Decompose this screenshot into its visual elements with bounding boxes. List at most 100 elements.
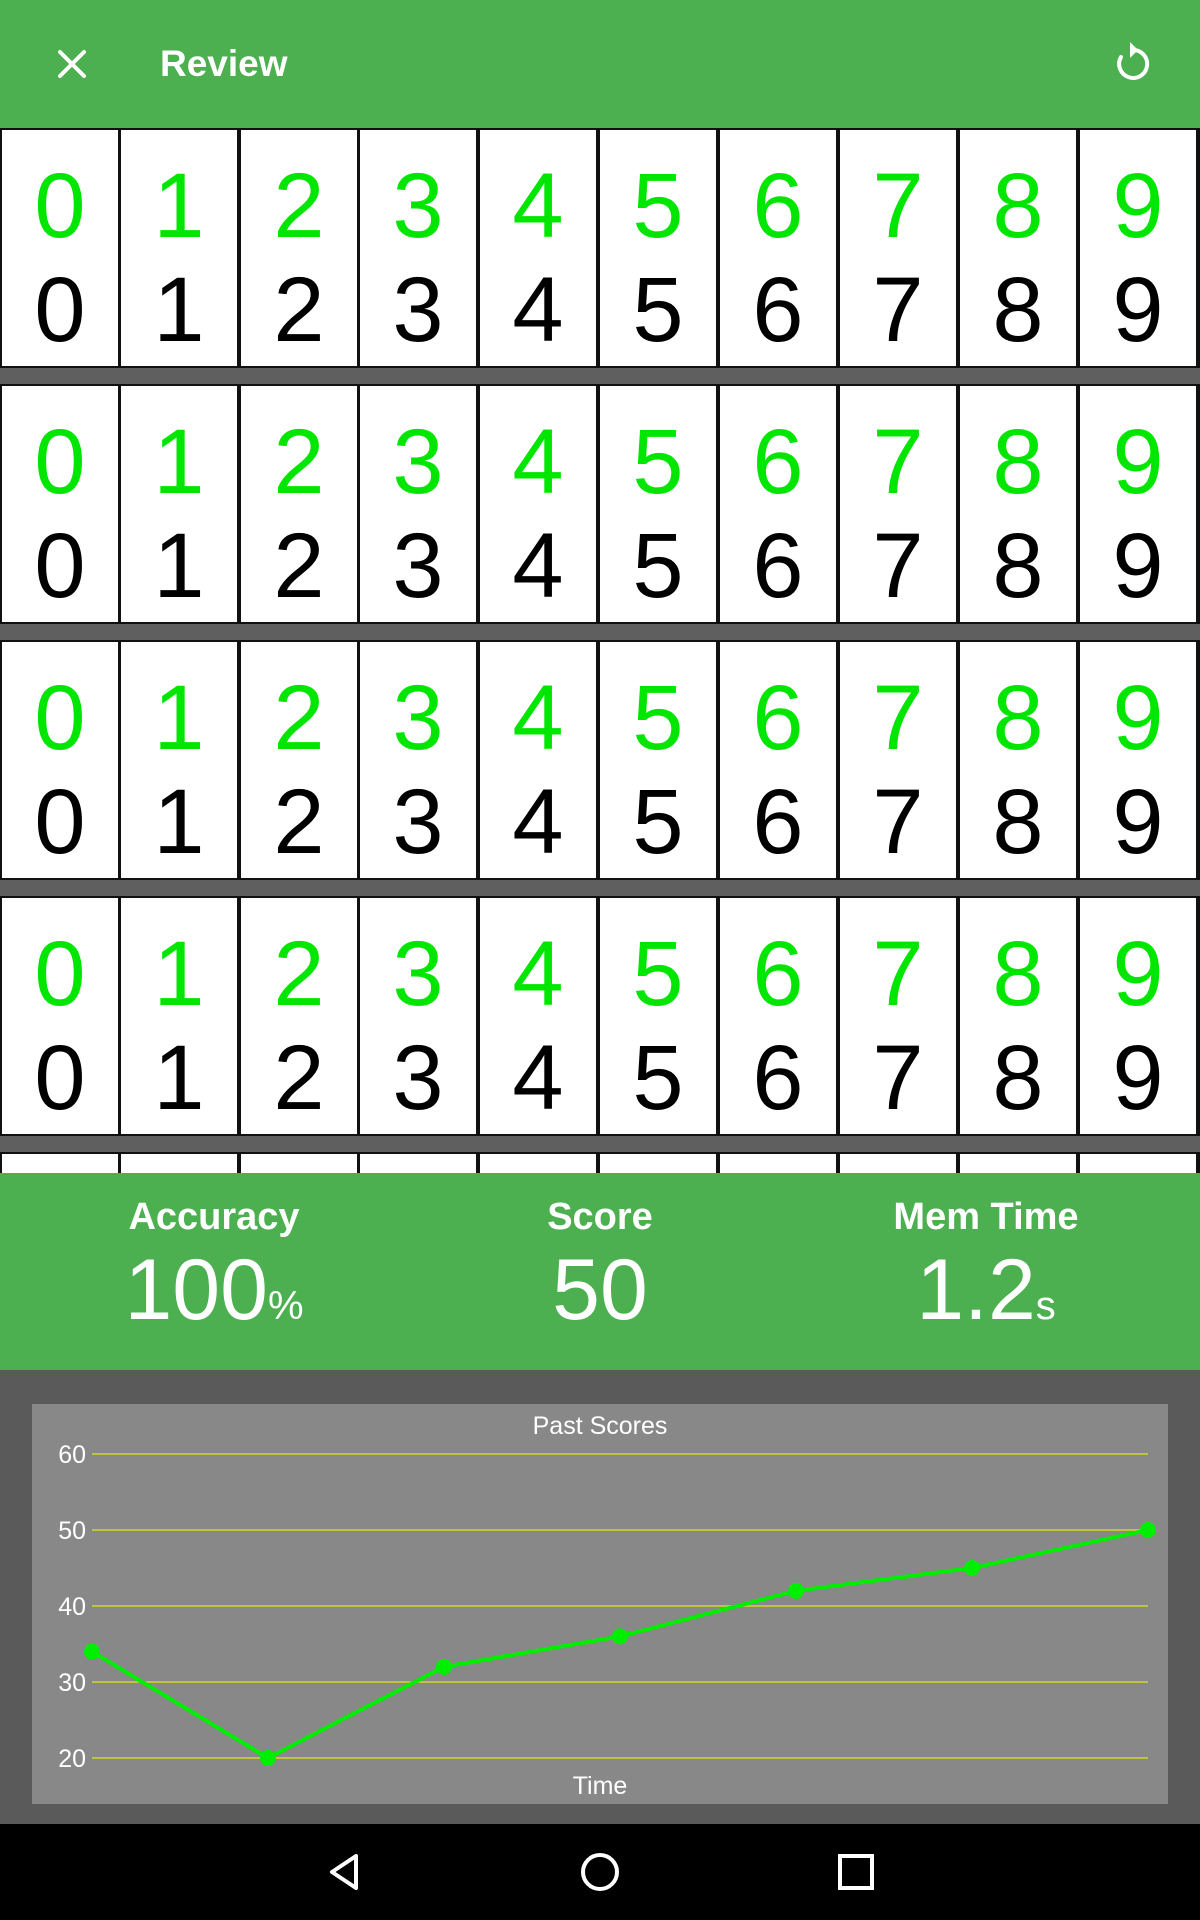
digit-cell: 00: [2, 386, 118, 622]
recalled-digit: 7: [872, 155, 924, 257]
digit-cell: 44: [480, 898, 596, 1134]
digit-cell: 88: [960, 898, 1076, 1134]
recalled-digit: 5: [632, 155, 684, 257]
digit-row: 00112233445566778899: [0, 128, 1200, 368]
digit-cell: 66: [720, 898, 836, 1134]
recalled-digit: 7: [872, 667, 924, 769]
digit-cell: [960, 1154, 1076, 1173]
answer-digit: 9: [1112, 771, 1164, 873]
digit-cell: 22: [241, 386, 357, 622]
answer-digit: 3: [392, 771, 444, 873]
page-title: Review: [160, 43, 288, 84]
digit-cell: 66: [720, 386, 836, 622]
recalled-digit: 0: [34, 411, 86, 513]
digit-cell: 00: [2, 642, 118, 878]
digit-cell: [121, 1154, 237, 1173]
answer-digit: 3: [392, 1027, 444, 1129]
answer-digit: 6: [752, 515, 804, 617]
digit-cell: 99: [1080, 642, 1196, 878]
data-point: [964, 1560, 980, 1576]
recalled-digit: 1: [153, 923, 205, 1025]
digit-cell: 88: [960, 130, 1076, 366]
recalled-digit: 2: [273, 667, 325, 769]
answer-digit: 6: [752, 1027, 804, 1129]
digit-row: 00112233445566778899: [0, 640, 1200, 880]
answer-digit: 1: [153, 515, 205, 617]
accuracy-stat: Accuracy 100%: [14, 1173, 414, 1360]
recalled-digit: 1: [153, 155, 205, 257]
recalled-digit: 2: [273, 923, 325, 1025]
digit-cell: 99: [1080, 386, 1196, 622]
score-label: Score: [547, 1196, 653, 1238]
score-value: 50: [552, 1242, 648, 1338]
recents-icon[interactable]: [826, 1842, 886, 1902]
digit-cell: 55: [600, 386, 716, 622]
recalled-digit: 5: [632, 923, 684, 1025]
answer-digit: 4: [512, 515, 564, 617]
digit-cell: 77: [840, 386, 956, 622]
digit-cell: 55: [600, 642, 716, 878]
answer-digit: 0: [34, 259, 86, 361]
digit-cell: 99: [1080, 898, 1196, 1134]
recalled-digit: 6: [752, 155, 804, 257]
recalled-digit: 9: [1112, 411, 1164, 513]
recalled-digit: 6: [752, 923, 804, 1025]
close-icon[interactable]: [44, 36, 100, 92]
recalled-digit: 0: [34, 667, 86, 769]
digit-cell: 11: [121, 386, 237, 622]
recalled-digit: 5: [632, 667, 684, 769]
recalled-digit: 7: [872, 923, 924, 1025]
recalled-digit: 7: [872, 411, 924, 513]
digit-cell: 22: [241, 642, 357, 878]
answer-digit: 4: [512, 259, 564, 361]
answer-digit: 8: [992, 1027, 1044, 1129]
recalled-digit: 6: [752, 667, 804, 769]
answer-digit: 0: [34, 515, 86, 617]
recalled-digit: 8: [992, 923, 1044, 1025]
recalled-digit: 4: [512, 411, 564, 513]
answer-digit: 7: [872, 259, 924, 361]
digit-cell: [840, 1154, 956, 1173]
recalled-digit: 8: [992, 411, 1044, 513]
answer-digit: 4: [512, 771, 564, 873]
mem-time-value-wrap: 1.2s: [786, 1245, 1186, 1360]
home-icon[interactable]: [570, 1842, 630, 1902]
answer-digit: 0: [34, 771, 86, 873]
answer-digit: 1: [153, 1027, 205, 1129]
recalled-digit: 4: [512, 923, 564, 1025]
system-nav-bar: [0, 1824, 1200, 1920]
digit-cell: 55: [600, 130, 716, 366]
answer-digit: 8: [992, 771, 1044, 873]
recalled-digit: 2: [273, 411, 325, 513]
recalled-digit: 0: [34, 923, 86, 1025]
refresh-icon[interactable]: [1104, 36, 1160, 92]
digit-cell: 33: [360, 386, 476, 622]
accuracy-value-wrap: 100%: [14, 1245, 414, 1360]
digit-cell: [1080, 1154, 1196, 1173]
digit-cell: 66: [720, 130, 836, 366]
y-tick-label: 40: [58, 1593, 86, 1621]
digit-cell: 66: [720, 642, 836, 878]
digit-cell: [600, 1154, 716, 1173]
digit-cell: 33: [360, 130, 476, 366]
accuracy-value: 100: [124, 1242, 268, 1338]
recalled-digit: 3: [392, 411, 444, 513]
recalled-digit: 8: [992, 667, 1044, 769]
digit-cell: 33: [360, 642, 476, 878]
answer-digit: 2: [273, 259, 325, 361]
review-grid: 0011223344556677889900112233445566778899…: [0, 128, 1200, 1173]
answer-digit: 5: [632, 515, 684, 617]
digit-cell: [720, 1154, 836, 1173]
answer-digit: 8: [992, 515, 1044, 617]
answer-digit: 7: [872, 771, 924, 873]
back-icon[interactable]: [314, 1842, 374, 1902]
digit-cell: 00: [2, 130, 118, 366]
digit-cell: 88: [960, 642, 1076, 878]
answer-digit: 6: [752, 259, 804, 361]
digit-cell: [241, 1154, 357, 1173]
digit-cell: 11: [121, 130, 237, 366]
answer-digit: 9: [1112, 1027, 1164, 1129]
answer-digit: 1: [153, 771, 205, 873]
accuracy-unit: %: [267, 1284, 304, 1328]
recalled-digit: 4: [512, 667, 564, 769]
